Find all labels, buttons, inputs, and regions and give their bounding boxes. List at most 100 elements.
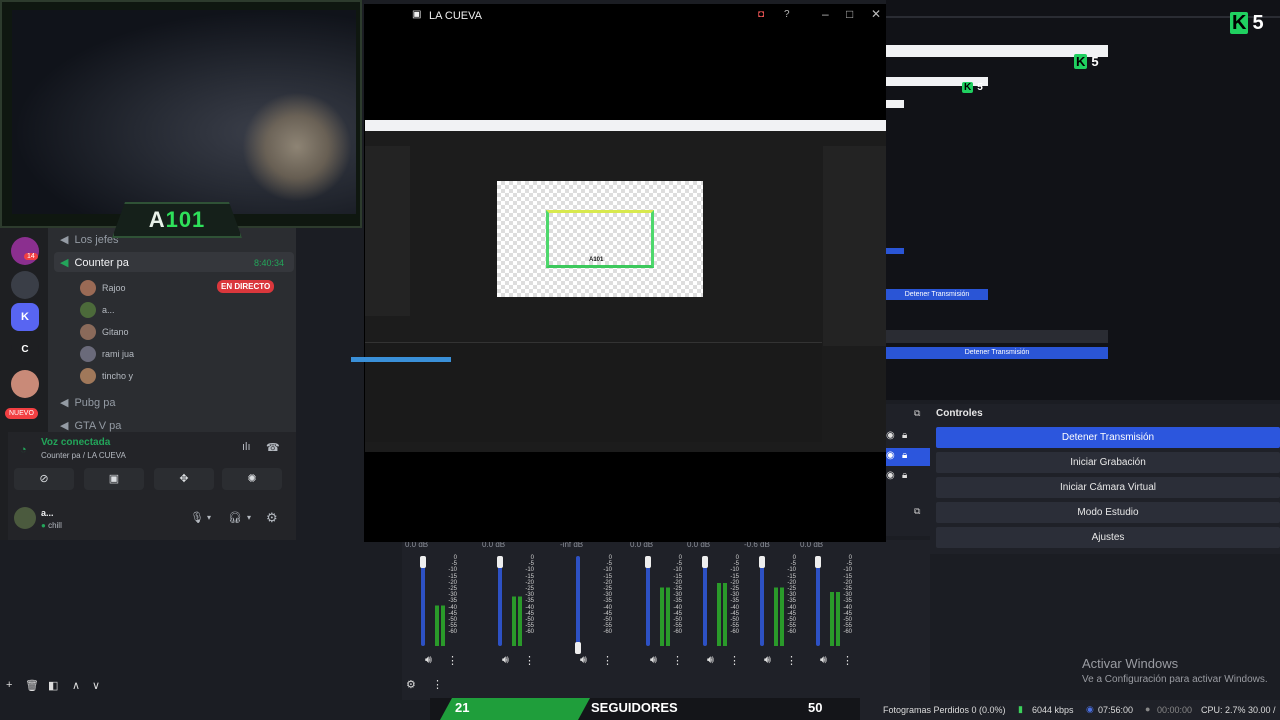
speaker-icon[interactable]: 🔊︎ [820, 654, 827, 667]
channel-menu-icon[interactable]: ⋮ [602, 654, 613, 667]
audio-level-meter [590, 556, 594, 646]
lock-icon[interactable]: 🔒︎ [902, 470, 907, 481]
server-icon-5[interactable] [11, 370, 39, 398]
voice-user[interactable]: a... [80, 302, 115, 318]
screen-share-icon[interactable]: ◘ [758, 9, 764, 20]
lock-icon[interactable]: 🔒︎ [902, 450, 907, 461]
channel-menu-icon[interactable]: ⋮ [672, 654, 683, 667]
voice-status: Voz conectada [41, 437, 111, 448]
start-virtual-camera-button[interactable]: Iniciar Cámara Virtual [936, 477, 1280, 498]
volume-slider[interactable] [816, 556, 820, 646]
dock-undock-icon[interactable]: ⧉ [914, 506, 920, 517]
volume-slider-handle[interactable] [420, 556, 426, 568]
minimize-icon[interactable]: – [822, 7, 829, 21]
channel-menu-icon[interactable]: ⋮ [786, 654, 797, 667]
microphone-icon[interactable]: 🎙︎ [190, 511, 204, 524]
meter-scale: 0 -5 -10 -15 -20 -25 -30 -35 -40 -45 -50 -55 -60 [670, 555, 682, 636]
effects-panel [823, 146, 886, 346]
kick-counter-small: K5 [962, 82, 983, 93]
voice-user[interactable]: tincho y [80, 368, 133, 384]
stream-window-titlebar: ▣ LA CUEVA ◘ ? – □ ✕ [364, 4, 886, 28]
voice-activity-icon[interactable]: ılı [242, 441, 251, 453]
channel-counter-pa[interactable]: ◀︎ Counter pa [60, 256, 129, 269]
voice-location[interactable]: Counter pa / LA CUEVA [41, 451, 126, 460]
server-icon-2[interactable] [11, 271, 39, 299]
channel-menu-icon[interactable]: ⋮ [842, 654, 853, 667]
mixer-menu-icon[interactable]: ⋮ [432, 678, 443, 691]
screen-share-button[interactable]: ▣ [84, 468, 144, 490]
volume-slider-handle[interactable] [815, 556, 821, 568]
render-progress [351, 357, 451, 362]
avatar [80, 280, 96, 296]
studio-mode-button[interactable]: Modo Estudio [936, 502, 1280, 523]
channel-menu-icon[interactable]: ⋮ [447, 654, 458, 667]
add-icon[interactable]: + [6, 679, 12, 691]
preview-stop-button-2: Detener Transmisión [886, 347, 1108, 359]
watermark-subtitle: Ve a Configuración para activar Windows. [1082, 674, 1268, 685]
volume-slider[interactable] [760, 556, 764, 646]
channel-menu-icon[interactable]: ⋮ [524, 654, 535, 667]
stop-stream-button[interactable]: Detener Transmisión [936, 427, 1280, 448]
meter-scale: 0 -5 -10 -15 -20 -25 -30 -35 -40 -45 -50 -55 -60 [840, 555, 852, 636]
audio-level-meter [660, 587, 664, 646]
eye-icon[interactable]: ◉ [886, 470, 895, 481]
mixer-channel: -inf dB 0 -5 -10 -15 -20 -25 -30 -35 -40 -45 -50 -55… [560, 540, 620, 680]
video-off-button[interactable]: ⊘ [14, 468, 74, 490]
volume-slider[interactable] [498, 556, 502, 646]
volume-slider-handle[interactable] [645, 556, 651, 568]
lock-icon[interactable]: 🔒︎ [902, 430, 907, 441]
close-icon[interactable]: ✕ [871, 7, 881, 21]
filter-icon[interactable]: ◧ [48, 679, 58, 692]
my-status: ● chill [41, 521, 62, 530]
trash-icon[interactable]: 🗑︎ [25, 679, 39, 692]
chevron-down-icon[interactable]: ▾ [207, 513, 211, 522]
disconnect-icon[interactable]: ☎︎ [266, 441, 280, 454]
speaker-icon[interactable]: 🔊︎ [707, 654, 714, 667]
start-recording-button[interactable]: Iniciar Grabación [936, 452, 1280, 473]
followers-goal: 50 [808, 700, 823, 715]
speaker-icon[interactable]: 🔊︎ [502, 654, 509, 667]
channel-menu-icon[interactable]: ⋮ [729, 654, 740, 667]
dock-undock-icon[interactable]: ⧉ [914, 408, 920, 419]
maximize-icon[interactable]: □ [846, 7, 853, 21]
speaker-icon[interactable]: 🔊︎ [650, 654, 657, 667]
move-up-icon[interactable]: ∧ [72, 679, 80, 692]
headphones-icon[interactable]: 🎧︎ [228, 511, 242, 524]
voice-user[interactable]: rami jua [80, 346, 134, 362]
help-icon[interactable]: ? [784, 9, 790, 20]
voice-user[interactable]: Gitano [80, 324, 129, 340]
volume-slider-handle[interactable] [702, 556, 708, 568]
new-server-badge[interactable]: NUEVO [5, 408, 38, 419]
volume-slider-handle[interactable] [575, 642, 581, 654]
kick-server-icon[interactable]: K [11, 303, 39, 331]
volume-slider[interactable] [421, 556, 425, 646]
channel-gta-v-pa[interactable]: ◀︎ GTA V pa [60, 419, 121, 432]
server-icon-1[interactable] [11, 237, 39, 265]
speaker-icon[interactable]: 🔊︎ [764, 654, 771, 667]
settings-button[interactable]: Ajustes [936, 527, 1280, 548]
volume-slider[interactable] [576, 556, 580, 646]
selected-source-row[interactable]: ◉ 🔒︎ [886, 448, 930, 466]
soundboard-button[interactable]: ✺ [222, 468, 282, 490]
gear-icon[interactable]: ⚙︎ [266, 510, 278, 526]
voice-user[interactable]: Rajoo [80, 280, 126, 296]
channel-los-jefes[interactable]: ◀︎ Los jefes [60, 233, 119, 246]
volume-slider[interactable] [703, 556, 707, 646]
c-server-icon[interactable]: C [11, 336, 39, 364]
speaker-icon[interactable]: 🔊︎ [425, 654, 432, 667]
channel-pubg-pa[interactable]: ◀︎ Pubg pa [60, 396, 115, 409]
mixer-channel: 0.0 dB 0 -5 -10 -15 -20 -25 -30 -35 -40 -45 -50 -55-… [482, 540, 542, 680]
activities-button[interactable]: ✥ [154, 468, 214, 490]
volume-slider-handle[interactable] [497, 556, 503, 568]
live-badge: EN DIRECTO [217, 280, 275, 293]
eye-icon[interactable]: ◉ [886, 430, 895, 441]
chevron-down-icon[interactable]: ▾ [247, 513, 251, 522]
meter-scale: 0 -5 -10 -15 -20 -25 -30 -35 -40 -45 -50 -55 -60 [600, 555, 612, 636]
eye-icon[interactable]: ◉ [886, 450, 895, 461]
volume-slider-handle[interactable] [759, 556, 765, 568]
volume-slider[interactable] [646, 556, 650, 646]
move-down-icon[interactable]: ∨ [92, 679, 100, 692]
mixer-settings-icon[interactable]: ⚙︎ [406, 678, 416, 691]
my-avatar[interactable] [14, 507, 36, 529]
speaker-icon[interactable]: 🔊︎ [580, 654, 587, 667]
